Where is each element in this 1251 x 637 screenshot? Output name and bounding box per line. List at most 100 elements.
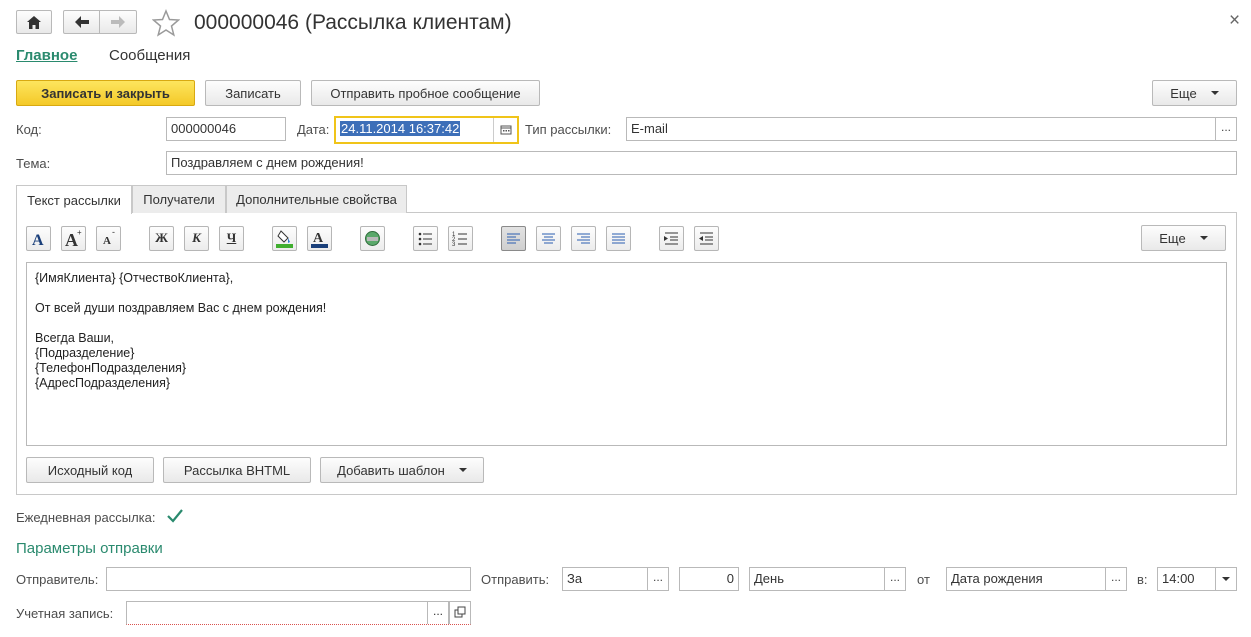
send-when-field[interactable]: За ... (562, 567, 669, 591)
favorite-star-icon[interactable] (151, 9, 181, 37)
mailing-type-label: Тип рассылки: (525, 122, 612, 137)
svg-text:A: A (103, 235, 111, 247)
chevron-down-icon (1210, 91, 1219, 95)
editor-line: Всегда Ваши, (35, 331, 115, 345)
svg-text:3: 3 (452, 242, 456, 248)
editor-more-label: Еще (1159, 230, 1186, 246)
code-field[interactable]: 000000046 (166, 117, 286, 141)
select-send-unit-button[interactable]: ... (884, 568, 905, 590)
svg-text:-: - (112, 227, 115, 237)
align-center-icon (542, 233, 555, 244)
increase-font-button[interactable]: A + (61, 226, 86, 251)
send-when-value: За (567, 571, 583, 586)
date-field[interactable]: 24.11.2014 16:37:42 (334, 116, 519, 144)
subject-label: Тема: (16, 156, 51, 171)
mailing-type-field[interactable]: E-mail ... (626, 117, 1237, 141)
account-field[interactable]: ... (126, 601, 471, 625)
html-mailing-button[interactable]: Рассылка ВНТML (163, 457, 311, 483)
insert-image-button[interactable] (360, 226, 385, 251)
decrease-indent-icon (699, 232, 713, 245)
daily-mailing-checkbox[interactable] (166, 507, 184, 525)
italic-icon: К (192, 230, 201, 245)
bulleted-list-icon (418, 232, 432, 246)
add-template-label: Добавить шаблон (337, 462, 445, 478)
tab-mailing-text[interactable]: Текст рассылки (16, 185, 132, 214)
send-count-field[interactable]: 0 (679, 567, 739, 591)
daily-mailing-label: Ежедневная рассылка: (16, 510, 156, 525)
editor-line: {Подразделение} (35, 346, 135, 360)
bold-button[interactable]: Ж (149, 226, 174, 251)
underline-button[interactable]: Ч (219, 226, 244, 251)
text-color-icon: A (311, 231, 328, 248)
send-test-button[interactable]: Отправить пробное сообщение (311, 80, 540, 106)
forward-button[interactable] (99, 10, 137, 34)
source-code-button[interactable]: Исходный код (26, 457, 154, 483)
underline-icon: Ч (226, 230, 237, 245)
select-send-when-button[interactable]: ... (647, 568, 668, 590)
send-label: Отправить: (481, 572, 550, 587)
nav-messages-link[interactable]: Сообщения (109, 47, 190, 64)
chevron-down-icon (1222, 577, 1230, 581)
align-justify-button[interactable] (606, 226, 631, 251)
time-dropdown-button[interactable] (1215, 568, 1236, 590)
at-time-field[interactable]: 14:00 (1157, 567, 1237, 591)
send-params-heading: Параметры отправки (16, 540, 163, 557)
increase-indent-button[interactable] (659, 226, 684, 251)
save-button[interactable]: Записать (205, 80, 301, 106)
home-button[interactable] (16, 10, 52, 34)
insert-image-icon (365, 231, 380, 246)
add-template-button[interactable]: Добавить шаблон (320, 457, 484, 483)
home-icon (27, 15, 41, 29)
font-icon: A (32, 232, 44, 249)
sender-field[interactable] (106, 567, 471, 591)
checkmark-icon (167, 509, 183, 523)
numbered-list-icon: 123 (452, 232, 467, 248)
from-field[interactable]: Дата рождения ... (946, 567, 1127, 591)
decrease-indent-button[interactable] (694, 226, 719, 251)
open-window-icon (454, 606, 466, 618)
send-unit-value: День (754, 571, 784, 586)
back-button[interactable] (63, 10, 100, 34)
chevron-down-icon (458, 468, 467, 472)
numbered-list-button[interactable]: 123 (448, 226, 473, 251)
text-color-button[interactable]: A (307, 226, 332, 251)
more-button[interactable]: Еще (1152, 80, 1237, 106)
editor-line: {ИмяКлиента} {ОтчествоКлиента}, (35, 271, 234, 285)
background-color-button[interactable] (272, 226, 297, 251)
tab-additional-properties[interactable]: Дополнительные свойства (226, 185, 407, 213)
italic-button[interactable]: К (184, 226, 209, 251)
increase-font-icon: A + (65, 228, 82, 250)
arrow-right-icon (111, 16, 125, 28)
message-editor[interactable]: {ИмяКлиента} {ОтчествоКлиента}, От всей … (26, 262, 1227, 446)
align-right-button[interactable] (571, 226, 596, 251)
select-from-button[interactable]: ... (1105, 568, 1126, 590)
editor-line: {АдресПодразделения} (35, 376, 171, 390)
more-label: Еще (1170, 85, 1197, 101)
font-button[interactable]: A (26, 226, 51, 251)
editor-more-button[interactable]: Еще (1141, 225, 1226, 251)
editor-line: От всей души поздравляем Вас с днем рожд… (35, 301, 327, 315)
decrease-font-icon: A- (103, 227, 115, 247)
sender-label: Отправитель: (16, 572, 99, 587)
subject-field[interactable]: Поздравляем с днем рождения! (166, 151, 1237, 175)
save-and-close-button[interactable]: Записать и закрыть (16, 80, 195, 106)
account-label: Учетная запись: (16, 606, 114, 621)
select-mailing-type-button[interactable]: ... (1215, 118, 1236, 140)
decrease-font-button[interactable]: A- (96, 226, 121, 251)
open-account-button[interactable] (449, 602, 470, 624)
close-icon[interactable]: × (1229, 10, 1240, 32)
select-account-button[interactable]: ... (427, 602, 449, 624)
bulleted-list-button[interactable] (413, 226, 438, 251)
align-left-icon (507, 233, 520, 244)
nav-main-link[interactable]: Главное (16, 47, 77, 64)
svg-text:+: + (77, 228, 82, 237)
date-label: Дата: (297, 122, 330, 137)
align-left-button[interactable] (501, 226, 526, 251)
tab-recipients[interactable]: Получатели (132, 185, 226, 213)
send-unit-field[interactable]: День ... (749, 567, 906, 591)
svg-text:A: A (32, 232, 44, 249)
calendar-icon[interactable] (493, 118, 517, 142)
align-center-button[interactable] (536, 226, 561, 251)
